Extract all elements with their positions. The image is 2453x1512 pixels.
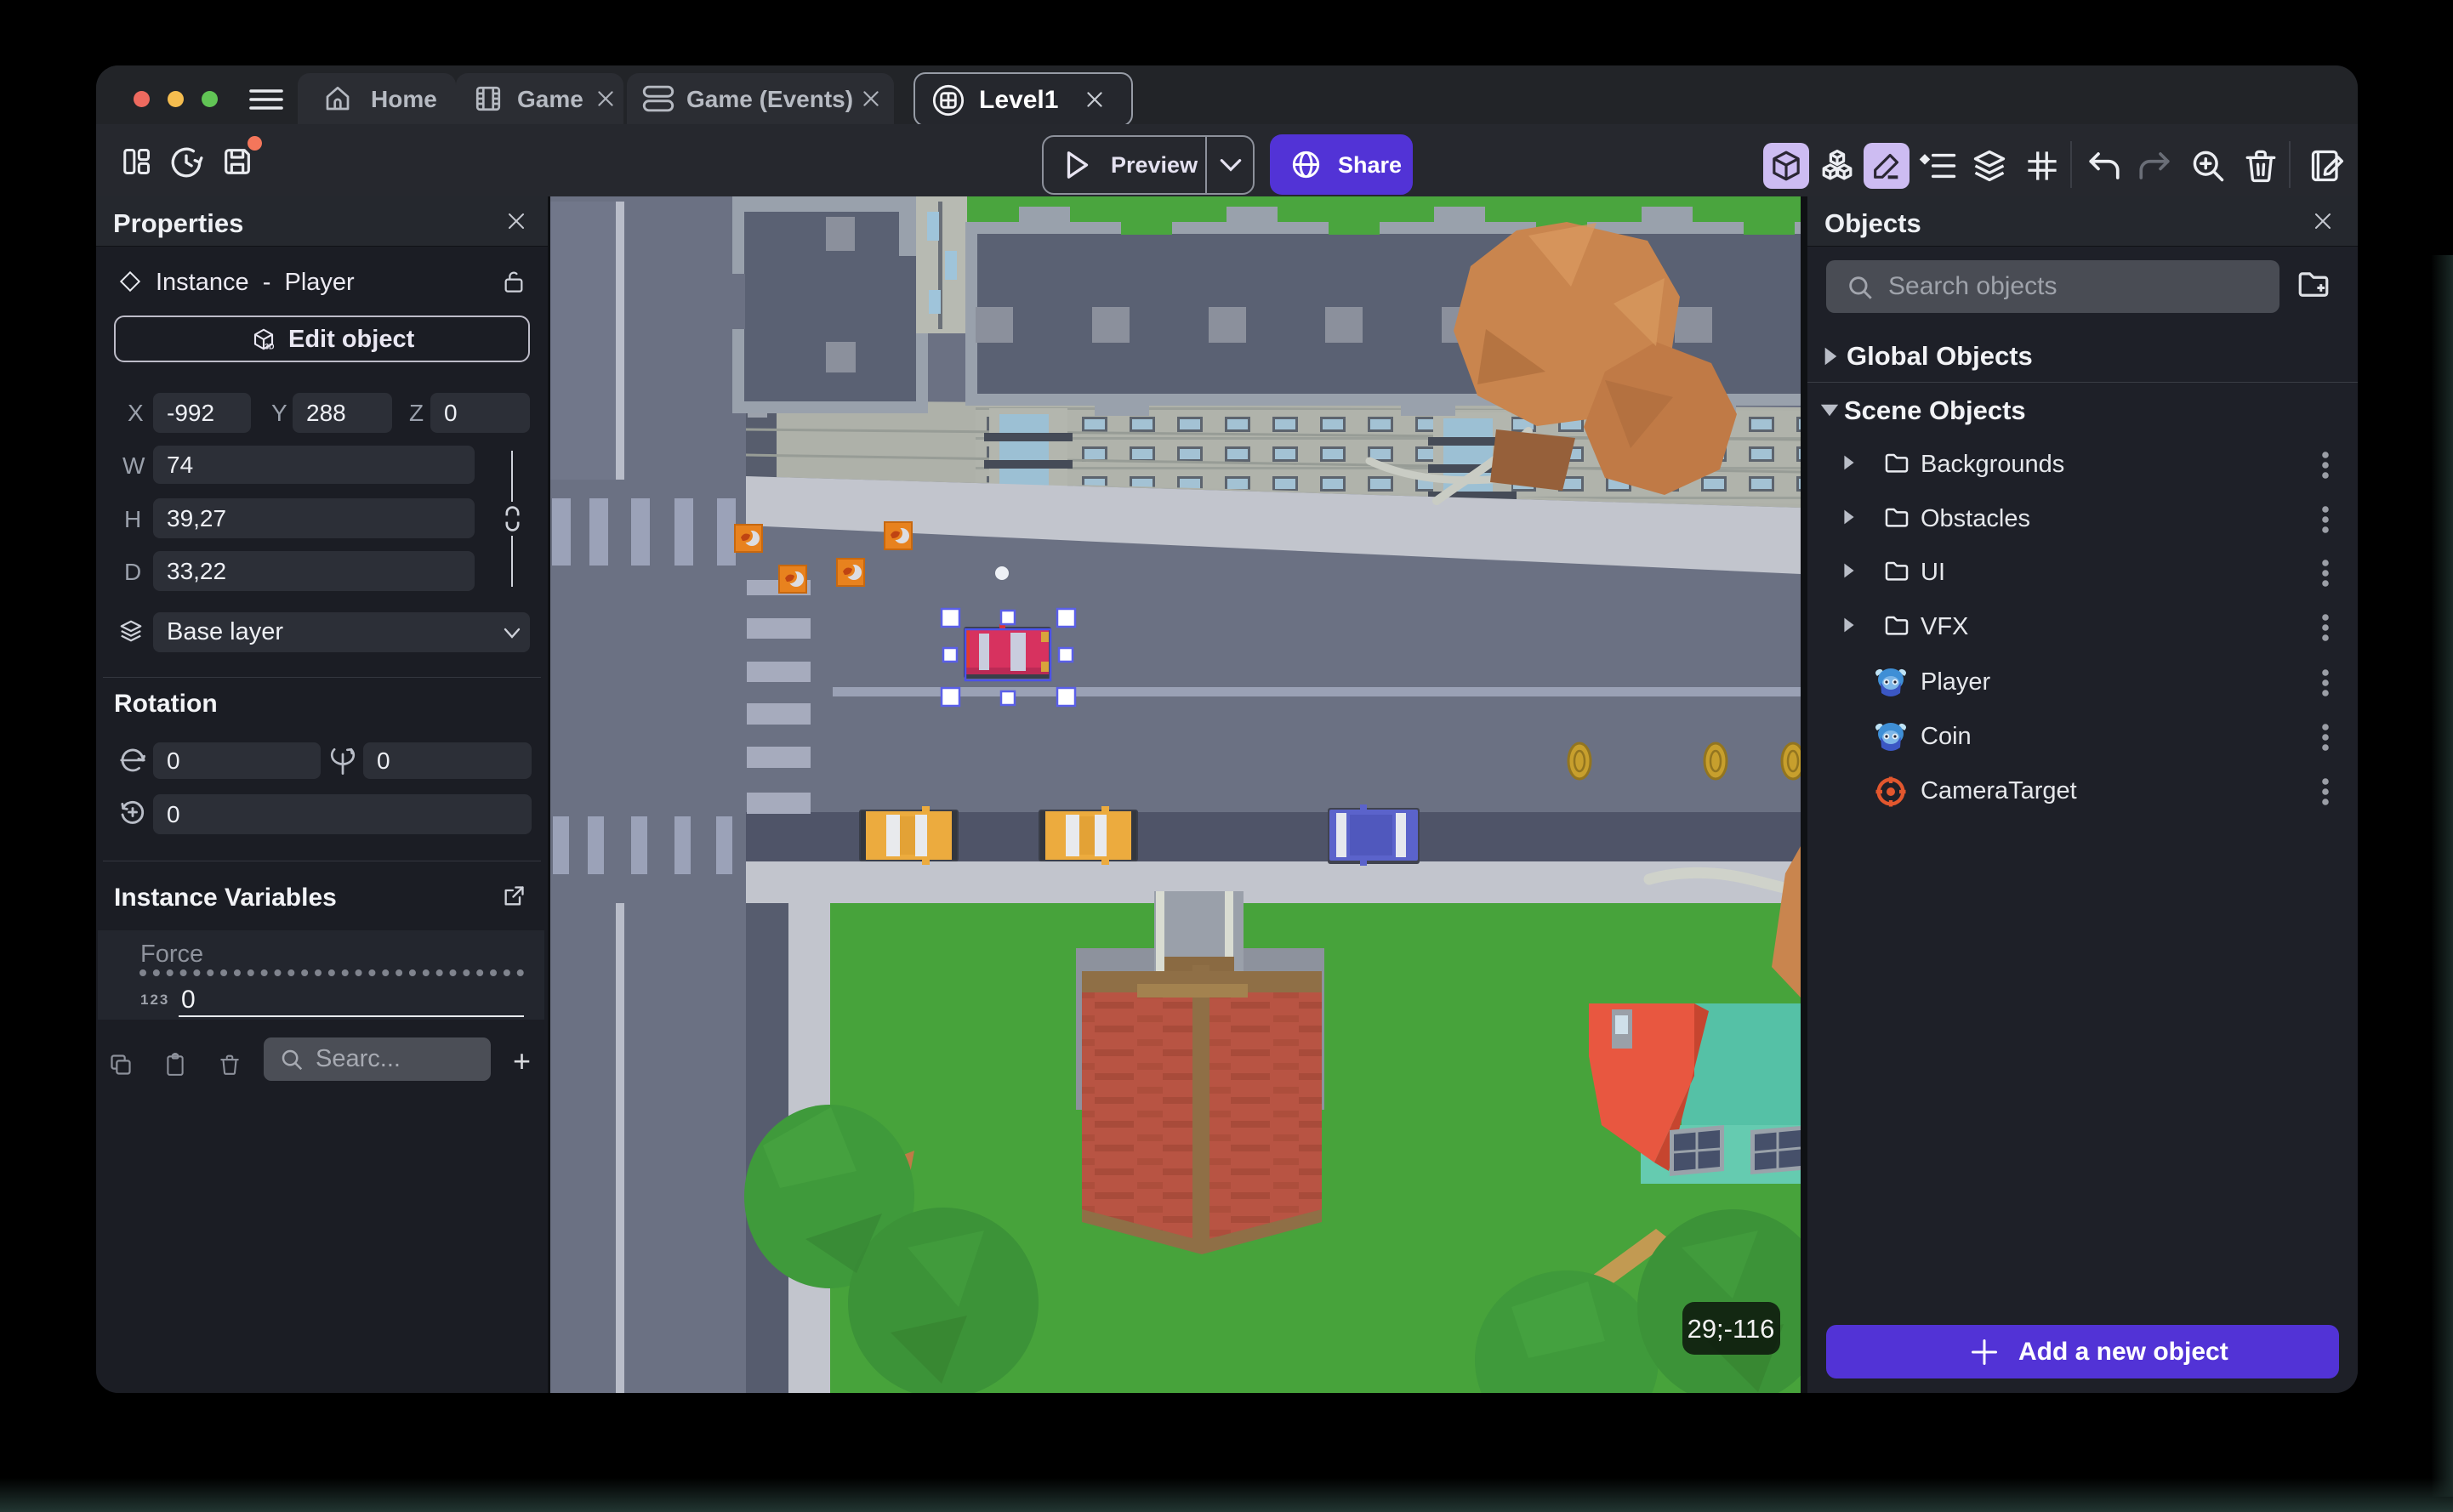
svg-text:29;-116: 29;-116	[1688, 1314, 1775, 1344]
svg-text:3D: 3D	[265, 342, 274, 350]
